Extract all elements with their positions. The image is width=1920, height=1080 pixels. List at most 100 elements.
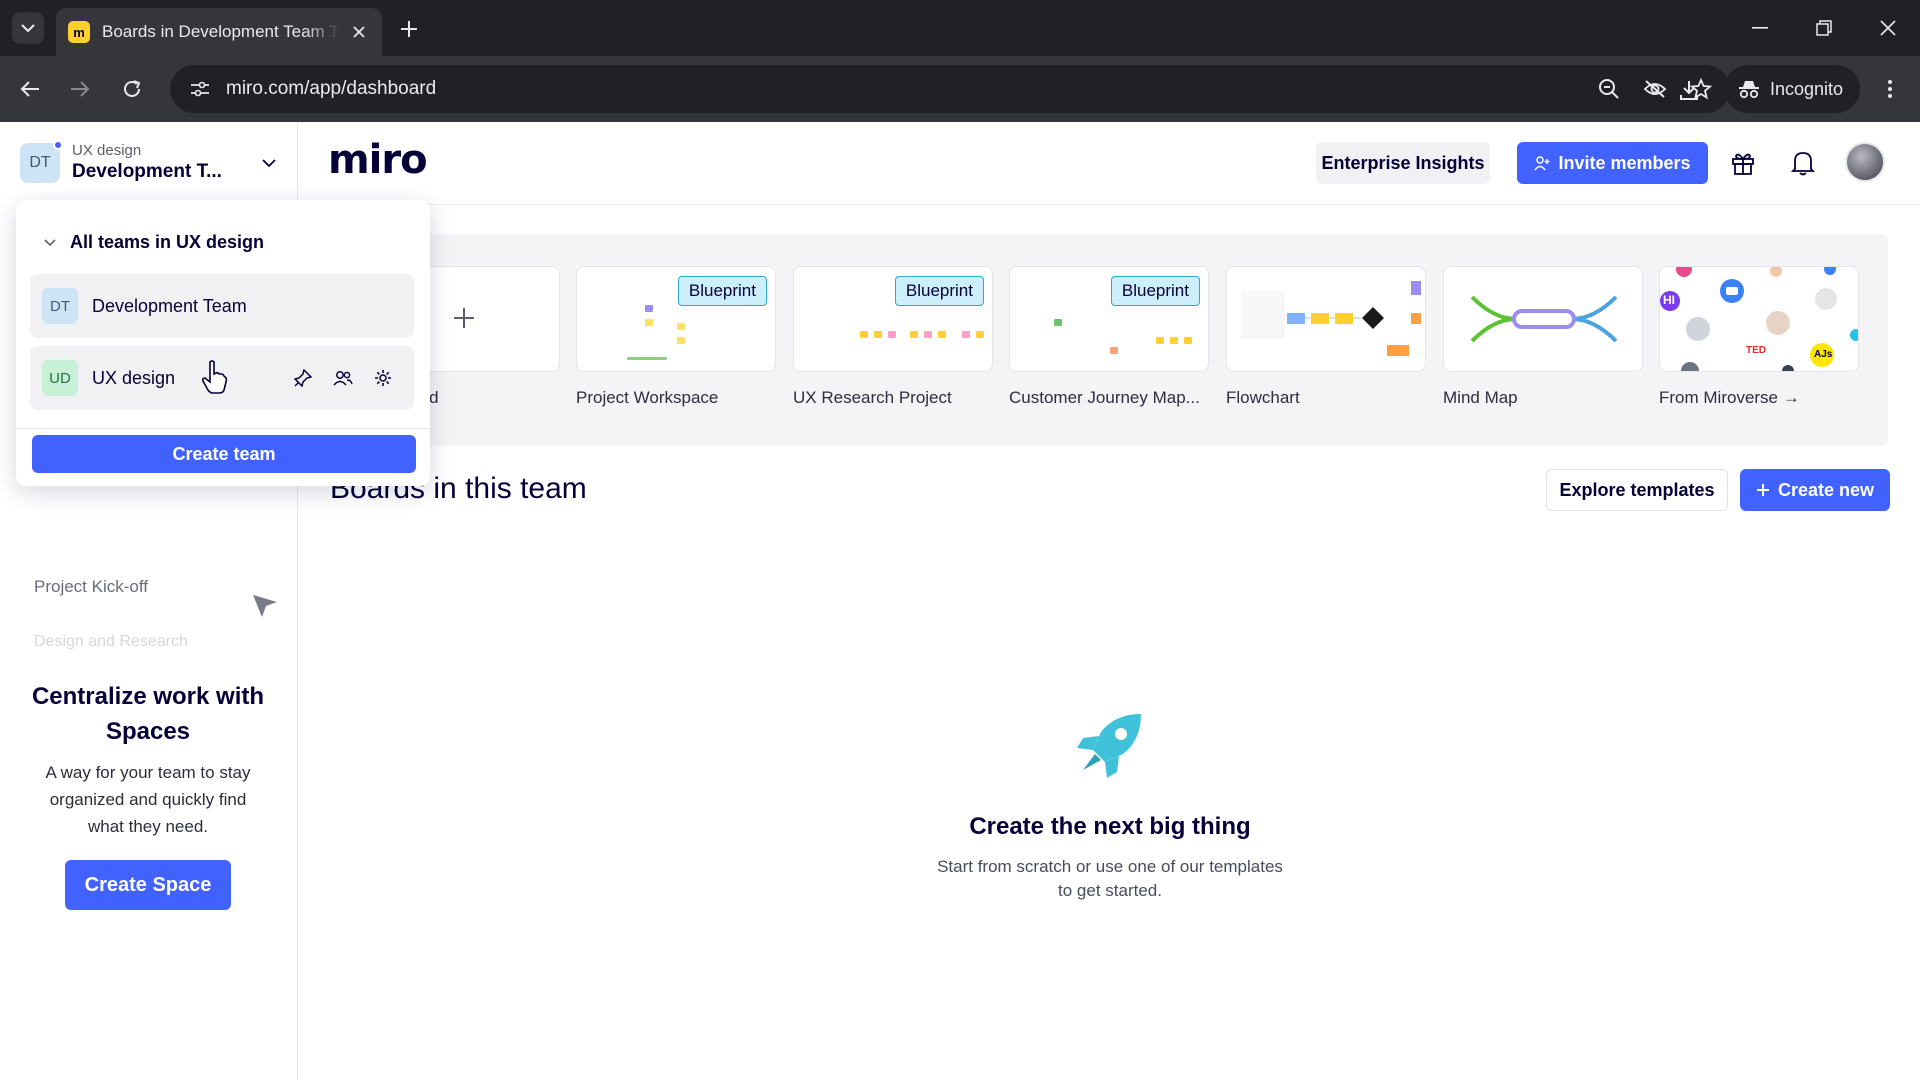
add-user-icon bbox=[1534, 156, 1550, 171]
spaces-promo-text: A way for your team to stay organized an… bbox=[45, 763, 251, 836]
plus-icon bbox=[454, 308, 474, 328]
team-name: Development T... bbox=[72, 161, 222, 182]
dropdown-divider bbox=[16, 428, 430, 429]
sticky-note bbox=[924, 331, 932, 338]
team-item-label: UX design bbox=[92, 367, 176, 388]
arrow-right-icon bbox=[71, 81, 90, 97]
timeline-bar bbox=[627, 357, 667, 360]
bell-icon[interactable] bbox=[1786, 146, 1820, 180]
sticky-note bbox=[645, 305, 653, 312]
chevron-down-icon bbox=[21, 24, 35, 33]
miroverse-hi-text: HI bbox=[1663, 293, 1675, 307]
template-label: Flowchart bbox=[1226, 388, 1300, 407]
template-thumbnail bbox=[1443, 266, 1643, 372]
more-vertical-icon bbox=[1888, 80, 1892, 98]
team-members-icon[interactable] bbox=[332, 367, 354, 389]
sticky-note bbox=[677, 323, 685, 330]
template-thumbnail: HI TED AJs bbox=[1659, 266, 1859, 372]
template-label: UX Research Project bbox=[793, 388, 952, 407]
sticky-note bbox=[938, 331, 946, 338]
restore-icon bbox=[1816, 20, 1832, 36]
template-label: Customer Journey Map... bbox=[1009, 388, 1200, 407]
sticky-note bbox=[1110, 347, 1118, 354]
sticky-note bbox=[1156, 337, 1164, 344]
template-project-workspace[interactable]: Blueprint Project Workspace bbox=[576, 266, 776, 408]
restore-button[interactable] bbox=[1804, 12, 1844, 44]
team-item-development[interactable]: DT Development Team bbox=[30, 274, 414, 338]
enterprise-insights-button[interactable]: Enterprise Insights bbox=[1316, 142, 1490, 184]
template-thumbnail: Blueprint bbox=[793, 266, 993, 372]
explore-templates-button[interactable]: Explore templates bbox=[1546, 469, 1728, 511]
blueprint-badge: Blueprint bbox=[894, 276, 984, 306]
create-space-button[interactable]: Create Space bbox=[65, 860, 231, 910]
reload-button[interactable] bbox=[116, 73, 148, 105]
mind-map-preview-icon bbox=[1470, 295, 1618, 343]
download-button[interactable] bbox=[1672, 73, 1706, 107]
template-flowchart[interactable]: Flowchart bbox=[1226, 266, 1426, 408]
browser-tab-active[interactable]: m Boards in Development Team Tea bbox=[56, 8, 382, 56]
back-button[interactable] bbox=[14, 73, 46, 105]
reload-icon bbox=[124, 80, 141, 97]
close-icon bbox=[1880, 20, 1896, 36]
template-label: From Miroverse → bbox=[1659, 388, 1800, 407]
chevron-down-icon bbox=[262, 158, 276, 167]
team-initials: DT bbox=[29, 154, 51, 171]
template-mind-map[interactable]: Mind Map bbox=[1443, 266, 1643, 408]
invite-members-label: Invite members bbox=[1558, 152, 1691, 173]
invite-members-button[interactable]: Invite members bbox=[1517, 142, 1708, 184]
sticky-note bbox=[874, 331, 882, 338]
header-divider bbox=[298, 204, 1920, 205]
sticky-note bbox=[910, 331, 918, 338]
sticky-note bbox=[1184, 337, 1192, 344]
tab-search-button[interactable] bbox=[12, 12, 44, 44]
download-icon bbox=[1680, 81, 1698, 100]
template-ux-research[interactable]: Blueprint UX Research Project bbox=[793, 266, 993, 408]
team-avatar: DT bbox=[42, 288, 78, 324]
close-window-button[interactable] bbox=[1868, 12, 1908, 44]
spaces-promo-title: Centralize work with Spaces bbox=[31, 683, 265, 745]
miro-logo[interactable]: miro bbox=[328, 137, 428, 183]
sticky-note bbox=[645, 319, 653, 326]
incognito-label: Incognito bbox=[1770, 78, 1844, 99]
template-thumbnail bbox=[1226, 266, 1426, 372]
forward-button[interactable] bbox=[64, 73, 96, 105]
eye-off-icon[interactable] bbox=[1638, 72, 1672, 106]
rocket-icon bbox=[1077, 714, 1141, 778]
template-customer-journey[interactable]: Blueprint Customer Journey Map... bbox=[1009, 266, 1209, 408]
template-miroverse[interactable]: HI TED AJs From Miroverse → bbox=[1659, 266, 1859, 408]
user-avatar[interactable] bbox=[1845, 142, 1885, 182]
org-name: UX design bbox=[72, 142, 142, 159]
empty-state: Create the next big thing Start from scr… bbox=[930, 712, 1290, 903]
minimize-button[interactable] bbox=[1740, 12, 1780, 44]
team-item-actions bbox=[292, 367, 394, 389]
hand-cursor-icon bbox=[202, 360, 228, 394]
cursor-arrow-icon bbox=[253, 595, 277, 617]
address-bar[interactable]: miro.com/app/dashboard bbox=[170, 65, 1730, 113]
miroverse-ted-text: TED bbox=[1746, 345, 1766, 356]
zoom-icon[interactable] bbox=[1592, 72, 1626, 106]
create-team-button[interactable]: Create team bbox=[32, 435, 416, 473]
site-settings-icon[interactable] bbox=[188, 77, 212, 101]
all-teams-label: All teams in UX design bbox=[70, 232, 265, 252]
template-thumbnail: Blueprint bbox=[1009, 266, 1209, 372]
new-tab-button[interactable] bbox=[394, 14, 424, 44]
pin-icon[interactable] bbox=[292, 367, 314, 389]
sidebar-board-project-kickoff[interactable]: Project Kick-off bbox=[34, 577, 148, 597]
all-teams-toggle[interactable]: All teams in UX design bbox=[44, 232, 264, 253]
browser-menu-button[interactable] bbox=[1874, 73, 1906, 105]
sticky-note bbox=[888, 331, 896, 338]
chevron-down-icon bbox=[44, 238, 56, 246]
browser-tab-bar: m Boards in Development Team Tea bbox=[0, 0, 1920, 56]
gift-icon[interactable] bbox=[1726, 146, 1760, 180]
miroverse-ajs-text: AJs bbox=[1814, 349, 1833, 360]
create-new-button[interactable]: Create new bbox=[1740, 469, 1890, 511]
plus-icon bbox=[401, 21, 417, 37]
templates-strip: ard Blueprint Project Workspace bbox=[298, 234, 1888, 446]
sidebar-board-design-research[interactable]: Design and Research bbox=[34, 633, 188, 651]
team-switcher[interactable]: DT UX design Development T... bbox=[20, 137, 276, 189]
spaces-promo: Centralize work with Spaces A way for yo… bbox=[20, 679, 276, 910]
incognito-indicator[interactable]: Incognito bbox=[1724, 65, 1860, 113]
gear-icon[interactable] bbox=[372, 367, 394, 389]
close-icon[interactable] bbox=[348, 21, 370, 43]
notification-dot bbox=[53, 140, 63, 150]
